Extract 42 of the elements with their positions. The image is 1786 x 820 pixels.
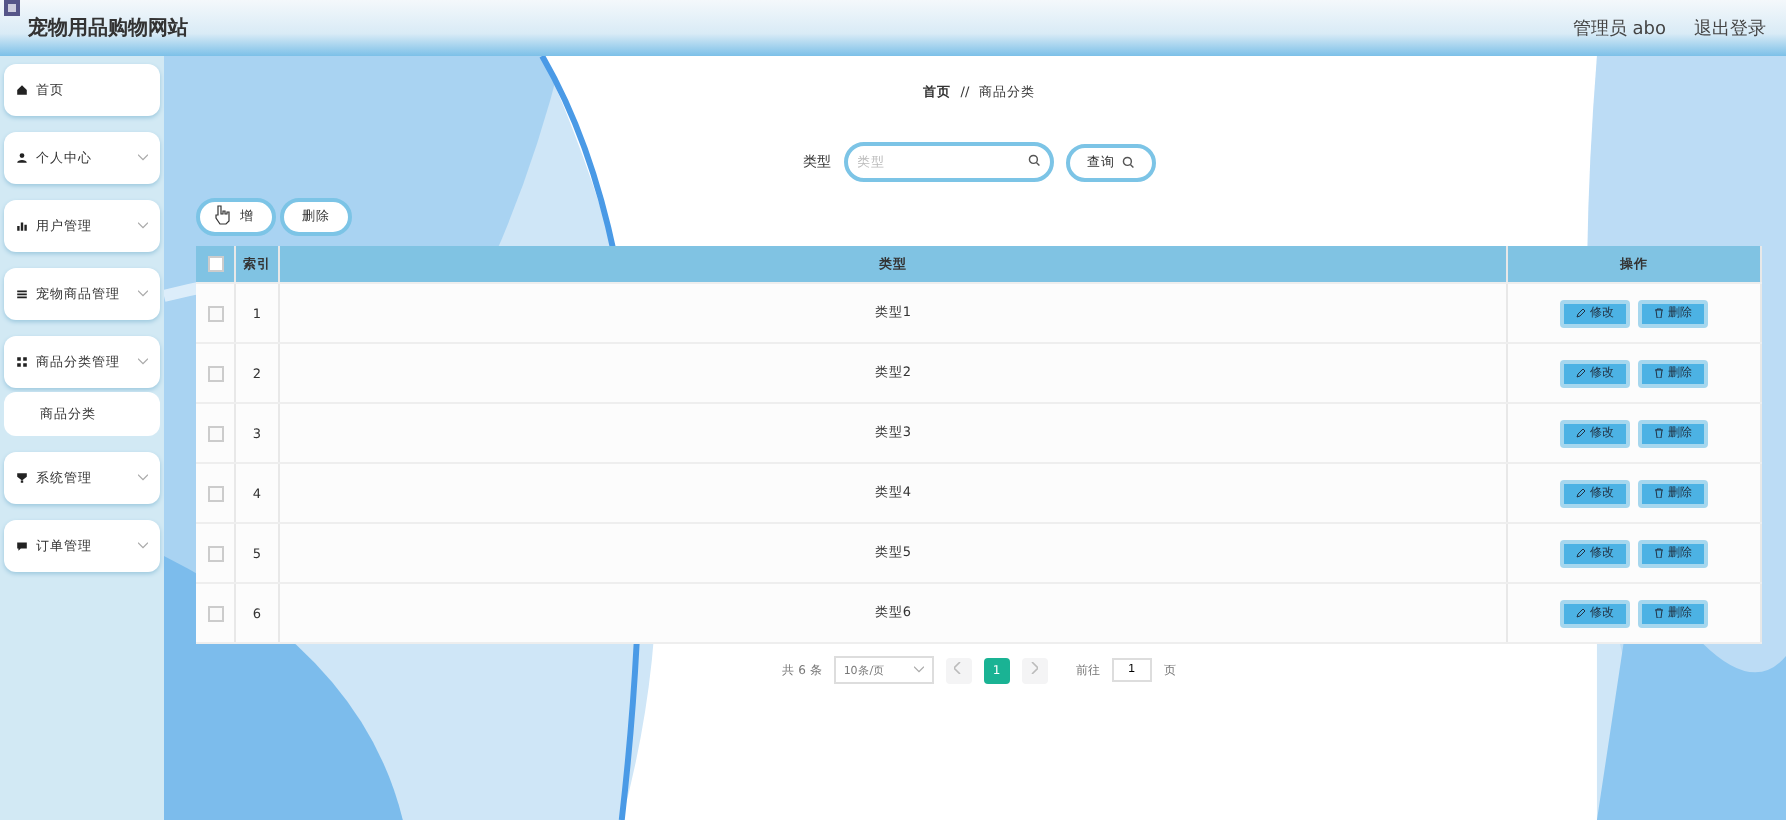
chevron-down-icon	[913, 666, 924, 674]
trash-icon	[1654, 428, 1664, 438]
trash-icon	[1654, 368, 1664, 378]
row-checkbox[interactable]	[207, 605, 223, 621]
row-checkbox[interactable]	[207, 485, 223, 501]
pencil-icon	[1576, 428, 1586, 438]
home-icon	[16, 84, 28, 96]
site-title: 宠物用品购物网站	[28, 14, 188, 42]
list-icon	[16, 288, 28, 300]
bar-chart-icon	[16, 220, 28, 232]
chevron-right-icon	[1030, 662, 1039, 674]
row-checkbox[interactable]	[207, 425, 223, 441]
chevron-down-icon	[138, 222, 148, 230]
search-icon	[1027, 154, 1039, 166]
chevron-down-icon	[138, 358, 148, 366]
trash-icon	[1654, 308, 1664, 318]
logout-link[interactable]: 退出登录	[1694, 15, 1766, 41]
row-checkbox[interactable]	[207, 545, 223, 561]
pencil-icon	[1576, 548, 1586, 558]
user-icon	[16, 152, 28, 164]
trash-icon	[1654, 548, 1664, 558]
chat-icon	[16, 540, 28, 552]
select-all-checkbox[interactable]	[207, 256, 223, 272]
chevron-down-icon	[138, 154, 148, 162]
pencil-icon	[1576, 488, 1586, 498]
trash-icon	[1654, 608, 1664, 618]
pencil-icon	[1576, 308, 1586, 318]
grid-icon	[16, 356, 28, 368]
trash-icon	[1654, 488, 1664, 498]
pencil-icon	[1576, 368, 1586, 378]
chevron-down-icon	[138, 290, 148, 298]
trophy-icon	[16, 472, 28, 484]
pointer-cursor-icon	[214, 204, 232, 226]
chevron-down-icon	[138, 474, 148, 482]
row-checkbox[interactable]	[207, 365, 223, 381]
search-icon	[1121, 156, 1133, 168]
chevron-left-icon	[954, 662, 963, 674]
chevron-down-icon	[138, 542, 148, 550]
logo-icon	[4, 0, 20, 16]
row-checkbox[interactable]	[207, 305, 223, 321]
admin-user: 管理员 abo	[1572, 17, 1666, 41]
pencil-icon	[1576, 608, 1586, 618]
